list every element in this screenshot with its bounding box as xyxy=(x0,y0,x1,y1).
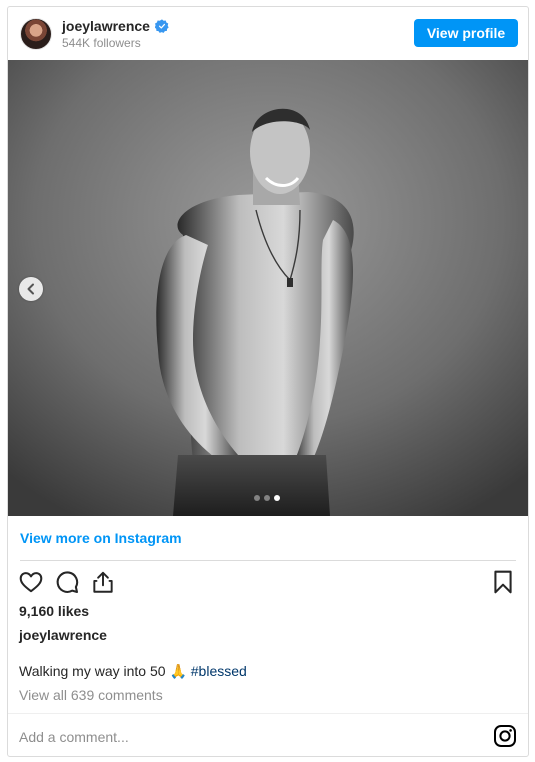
view-all-comments-link[interactable]: View all 639 comments xyxy=(19,687,163,703)
post-actions xyxy=(8,567,528,599)
likes-count[interactable]: 9,160 likes xyxy=(19,603,89,619)
hashtag-link[interactable]: #blessed xyxy=(191,663,247,679)
view-more-on-instagram-link[interactable]: View more on Instagram xyxy=(20,530,182,546)
instagram-icon[interactable] xyxy=(493,724,517,748)
divider xyxy=(8,713,528,714)
instagram-embed-card: joeylawrence 544K followers View profile xyxy=(7,6,529,757)
carousel-dot xyxy=(264,495,270,501)
verified-icon xyxy=(154,19,169,33)
caption-author[interactable]: joeylawrence xyxy=(19,627,107,643)
add-comment-input[interactable]: Add a comment... xyxy=(19,729,129,745)
photo-image xyxy=(8,60,528,516)
comment-icon[interactable] xyxy=(54,569,80,595)
carousel-dot-active xyxy=(274,495,280,501)
share-icon[interactable] xyxy=(90,569,116,595)
caption: Walking my way into 50 🙏 #blessed xyxy=(19,663,247,680)
post-header: joeylawrence 544K followers View profile xyxy=(8,7,528,60)
username-row[interactable]: joeylawrence xyxy=(62,18,169,34)
avatar[interactable] xyxy=(20,18,52,50)
post-photo[interactable] xyxy=(8,60,528,516)
chevron-left-icon xyxy=(27,283,34,295)
praying-hands-emoji: 🙏 xyxy=(169,663,187,679)
divider xyxy=(20,560,516,561)
carousel-indicator xyxy=(254,495,280,501)
view-profile-button[interactable]: View profile xyxy=(414,19,518,47)
carousel-prev-button[interactable] xyxy=(19,277,43,301)
username[interactable]: joeylawrence xyxy=(62,18,150,34)
heart-icon[interactable] xyxy=(18,569,44,595)
follower-count: 544K followers xyxy=(62,36,141,50)
caption-text: Walking my way into 50 xyxy=(19,663,170,679)
bookmark-icon[interactable] xyxy=(490,569,516,595)
carousel-dot xyxy=(254,495,260,501)
